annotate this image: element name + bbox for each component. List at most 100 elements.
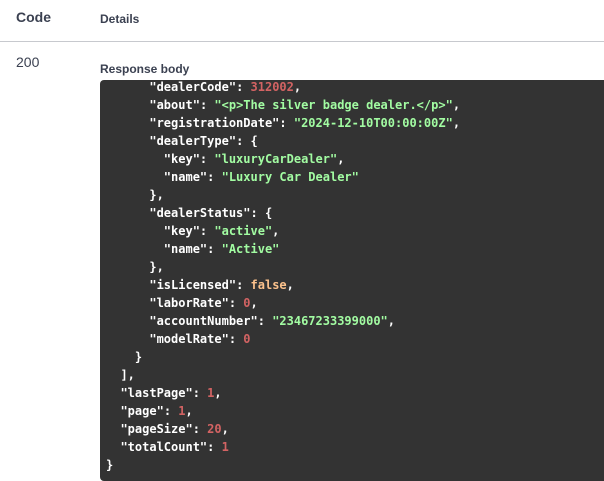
code-line: "dealerStatus": { bbox=[106, 204, 460, 222]
json-punctuation: { bbox=[250, 134, 258, 148]
code-column-header: Code bbox=[16, 9, 51, 25]
json-value: "active" bbox=[214, 224, 273, 238]
json-punctuation: , bbox=[337, 152, 345, 166]
json-key: "registrationDate" bbox=[149, 116, 280, 130]
json-punctuation: , bbox=[272, 224, 280, 238]
json-punctuation: }, bbox=[149, 188, 164, 202]
code-line: "registrationDate": "2024-12-10T00:00:00… bbox=[106, 114, 460, 132]
json-value: false bbox=[250, 278, 287, 292]
json-value: "Luxury Car Dealer" bbox=[221, 170, 359, 184]
json-punctuation: { bbox=[264, 206, 273, 220]
json-value: "Active" bbox=[221, 242, 280, 256]
code-line: "dealerType": { bbox=[106, 132, 460, 150]
json-key: "page" bbox=[120, 404, 164, 418]
json-key: "lastPage" bbox=[120, 386, 193, 400]
json-punctuation: , bbox=[214, 386, 222, 400]
responses-panel: Code Details 200 Response body "dealerCo… bbox=[0, 0, 604, 481]
code-line: "totalCount": 1 bbox=[106, 438, 460, 456]
json-value: 0 bbox=[243, 332, 251, 346]
json-value: "2024-12-10T00:00:00Z" bbox=[293, 116, 453, 130]
json-value: 0 bbox=[243, 296, 251, 310]
code-line: "key": "luxuryCarDealer", bbox=[106, 150, 460, 168]
json-key: "pageSize" bbox=[120, 422, 193, 436]
code-line: "laborRate": 0, bbox=[106, 294, 460, 312]
code-line: "name": "Luxury Car Dealer" bbox=[106, 168, 460, 186]
json-punctuation: , bbox=[185, 404, 193, 418]
json-key: "key" bbox=[163, 152, 200, 166]
json-key: "about" bbox=[149, 98, 200, 112]
json-punctuation: }, bbox=[149, 260, 164, 274]
response-body-json: "dealerCode": 312002, "about": "<p>The s… bbox=[106, 80, 460, 474]
json-punctuation: } bbox=[106, 458, 114, 472]
code-line: "key": "active", bbox=[106, 222, 460, 240]
code-line: "modelRate": 0 bbox=[106, 330, 460, 348]
json-value: "luxuryCarDealer" bbox=[214, 152, 338, 166]
json-punctuation: , bbox=[452, 98, 461, 112]
json-key: "name" bbox=[163, 170, 208, 184]
json-value: "<p>The silver badge dealer.</p>" bbox=[214, 98, 453, 112]
json-punctuation: , bbox=[221, 422, 229, 436]
json-value: 20 bbox=[207, 422, 222, 436]
code-line: "dealerCode": 312002, bbox=[106, 80, 460, 96]
json-punctuation: , bbox=[250, 296, 258, 310]
code-line: } bbox=[106, 456, 460, 474]
json-value: 1 bbox=[178, 404, 186, 418]
response-body-code-block[interactable]: "dealerCode": 312002, "about": "<p>The s… bbox=[100, 80, 604, 481]
json-value: 1 bbox=[221, 440, 229, 454]
json-key: "dealerCode" bbox=[149, 80, 237, 94]
code-line: ], bbox=[106, 366, 460, 384]
json-punctuation: } bbox=[134, 350, 143, 364]
json-key: "accountNumber" bbox=[149, 314, 258, 328]
code-line: }, bbox=[106, 186, 460, 204]
json-value: "23467233399000" bbox=[272, 314, 388, 328]
json-punctuation: ], bbox=[120, 368, 135, 382]
json-key: "totalCount" bbox=[120, 440, 208, 454]
json-key: "name" bbox=[163, 242, 208, 256]
json-value: 312002 bbox=[250, 80, 294, 94]
code-line: "page": 1, bbox=[106, 402, 460, 420]
response-status-code: 200 bbox=[16, 54, 40, 70]
code-line: "lastPage": 1, bbox=[106, 384, 460, 402]
json-key: "key" bbox=[163, 224, 200, 238]
code-line: "about": "<p>The silver badge dealer.</p… bbox=[106, 96, 460, 114]
json-key: "laborRate" bbox=[149, 296, 229, 310]
response-body-label: Response body bbox=[100, 62, 190, 76]
code-line: "name": "Active" bbox=[106, 240, 460, 258]
json-key: "dealerStatus" bbox=[149, 206, 251, 220]
json-punctuation: , bbox=[293, 80, 302, 94]
json-punctuation: , bbox=[286, 278, 294, 292]
details-column-header: Details bbox=[100, 12, 140, 26]
code-line: "pageSize": 20, bbox=[106, 420, 460, 438]
code-line: "accountNumber": "23467233399000", bbox=[106, 312, 460, 330]
code-line: "isLicensed": false, bbox=[106, 276, 460, 294]
json-key: "isLicensed" bbox=[149, 278, 237, 292]
json-key: "dealerType" bbox=[149, 134, 237, 148]
code-line: }, bbox=[106, 258, 460, 276]
json-punctuation: , bbox=[387, 314, 396, 328]
json-punctuation: , bbox=[452, 116, 461, 130]
code-line: } bbox=[106, 348, 460, 366]
json-key: "modelRate" bbox=[149, 332, 229, 346]
responses-table-header: Code Details bbox=[0, 0, 604, 42]
